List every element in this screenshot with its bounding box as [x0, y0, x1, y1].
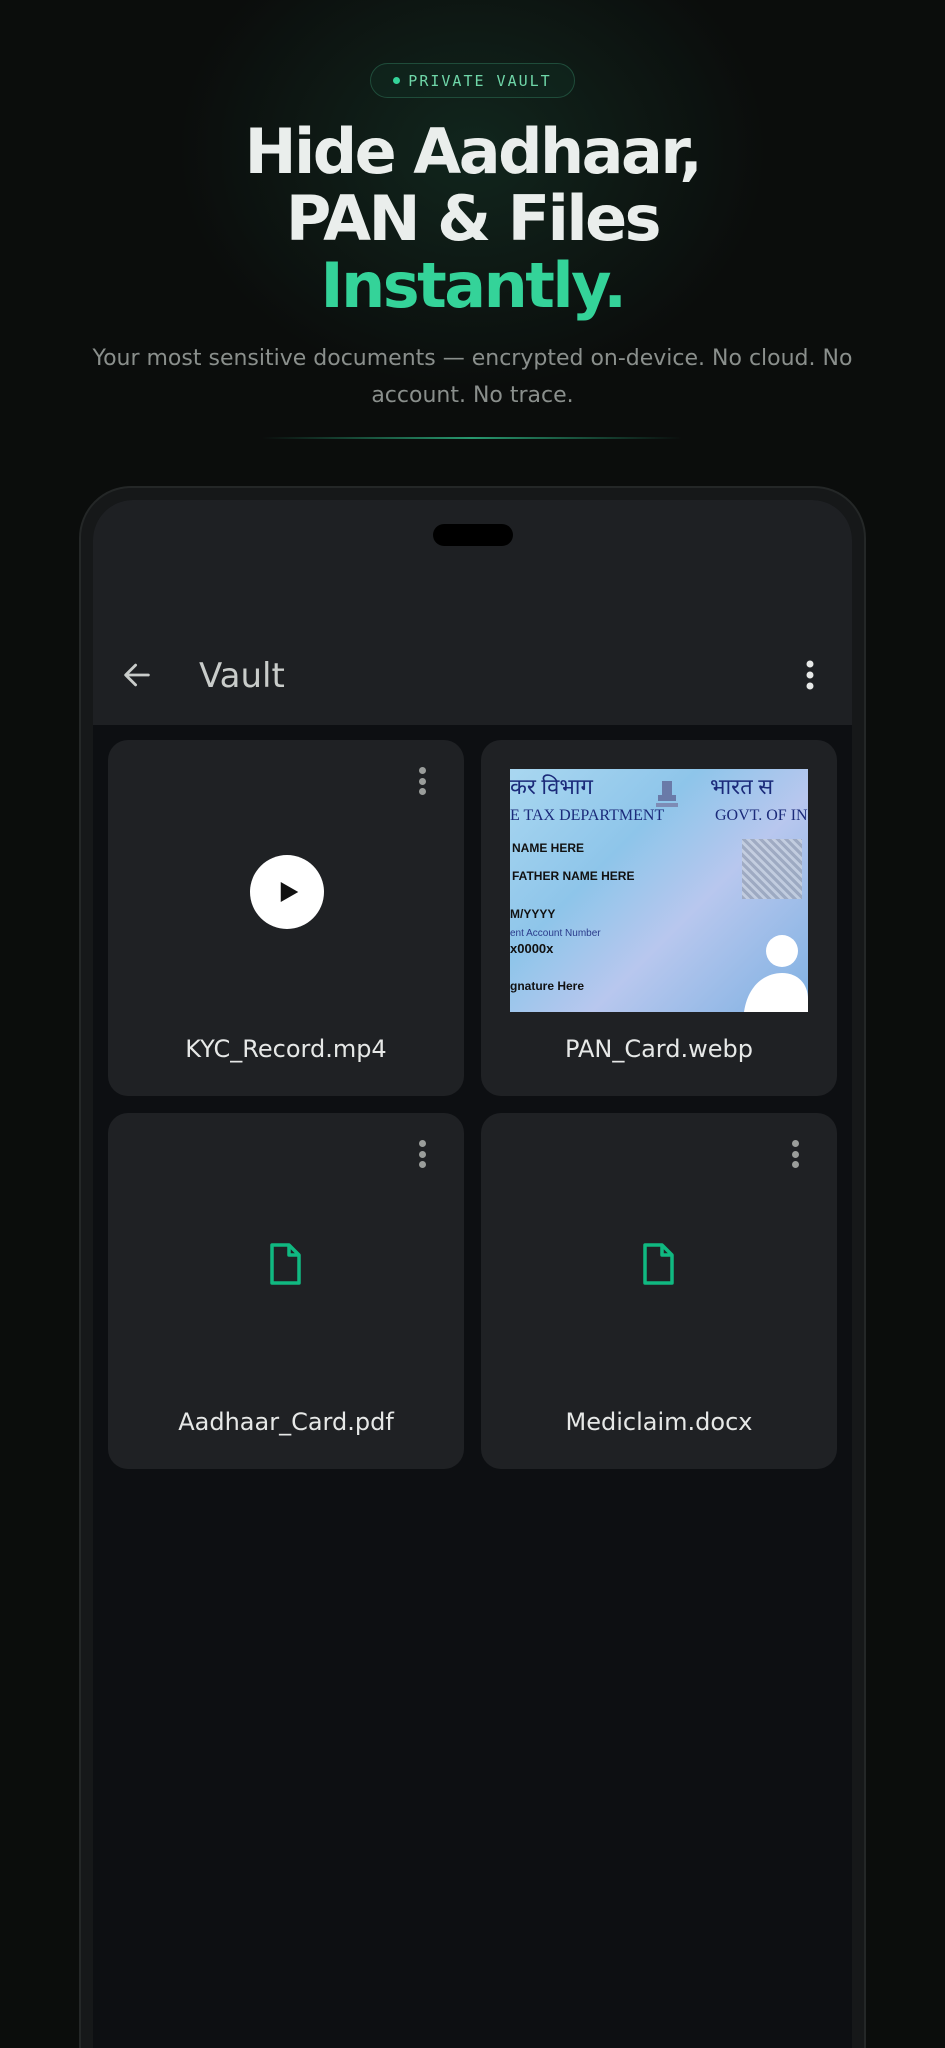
- headline: Hide Aadhaar, PAN & Files Instantly.: [0, 118, 945, 319]
- document-icon: [643, 1243, 674, 1285]
- headline-line-1: Hide Aadhaar,: [244, 115, 703, 188]
- private-vault-badge: PRIVATE VAULT: [370, 63, 575, 98]
- thumb-text: E TAX DEPARTMENT: [510, 807, 665, 824]
- play-button[interactable]: [250, 855, 324, 929]
- camera-notch: [433, 524, 513, 546]
- more-options-button[interactable]: [790, 655, 830, 695]
- badge-label: PRIVATE VAULT: [408, 71, 552, 90]
- status-bar: [93, 500, 852, 625]
- thumb-text: ent Account Number: [510, 928, 601, 939]
- back-button[interactable]: [117, 655, 157, 695]
- file-name: PAN_Card.webp: [565, 1035, 753, 1063]
- headline-line-2: PAN & Files: [285, 182, 662, 255]
- thumb-text: gnature Here: [510, 979, 585, 993]
- phone-screen: Vault KYC_Record.mp4 कर विभाग भारत स E T…: [93, 500, 852, 2048]
- more-vertical-icon: [806, 660, 814, 690]
- dot-icon: [418, 767, 426, 774]
- card-menu-button[interactable]: [783, 1137, 807, 1171]
- file-card-image[interactable]: कर विभाग भारत स E TAX DEPARTMENT GOVT. O…: [481, 740, 837, 1096]
- thumb-text: NAME HERE: [512, 841, 585, 855]
- subtitle: Your most sensitive documents — encrypte…: [92, 346, 853, 408]
- file-card-video[interactable]: KYC_Record.mp4: [108, 740, 464, 1096]
- file-name: Mediclaim.docx: [565, 1408, 753, 1436]
- headline-accent: Instantly.: [320, 249, 627, 322]
- play-icon: [280, 882, 299, 902]
- dot-icon: [791, 1150, 799, 1158]
- page-title: Vault: [199, 656, 285, 696]
- thumb-text: x0000x: [510, 941, 554, 956]
- phone-mockup: Vault KYC_Record.mp4 कर विभाग भारत स E T…: [79, 486, 866, 2048]
- hologram: [742, 839, 802, 899]
- thumb-text: भारत स: [710, 774, 774, 799]
- photo-placeholder-icon: [744, 935, 808, 1012]
- dot-icon: [418, 777, 426, 785]
- file-name: Aadhaar_Card.pdf: [178, 1408, 394, 1436]
- dot-icon: [791, 1140, 799, 1147]
- dot-icon: [418, 1150, 426, 1158]
- dot-icon: [418, 1161, 426, 1168]
- file-name: KYC_Record.mp4: [185, 1035, 387, 1063]
- app-bar: Vault: [93, 625, 852, 725]
- dot-icon: [418, 788, 426, 795]
- arrow-left-icon: [124, 663, 150, 687]
- card-menu-button[interactable]: [410, 1137, 434, 1171]
- dot-icon: [791, 1161, 799, 1168]
- thumb-text: FATHER NAME HERE: [512, 869, 635, 883]
- document-icon: [270, 1243, 301, 1285]
- thumb-text: कर विभाग: [510, 774, 593, 799]
- card-menu-button[interactable]: [410, 764, 434, 798]
- status-dot-icon: [393, 77, 401, 84]
- file-card-document[interactable]: Aadhaar_Card.pdf: [108, 1113, 464, 1469]
- divider: [262, 437, 682, 439]
- pan-card-thumbnail: कर विभाग भारत स E TAX DEPARTMENT GOVT. O…: [510, 769, 808, 1012]
- file-card-document[interactable]: Mediclaim.docx: [481, 1113, 837, 1469]
- thumb-text: GOVT. OF IN: [715, 807, 808, 824]
- dot-icon: [418, 1140, 426, 1147]
- thumb-text: M/YYYY: [510, 907, 556, 921]
